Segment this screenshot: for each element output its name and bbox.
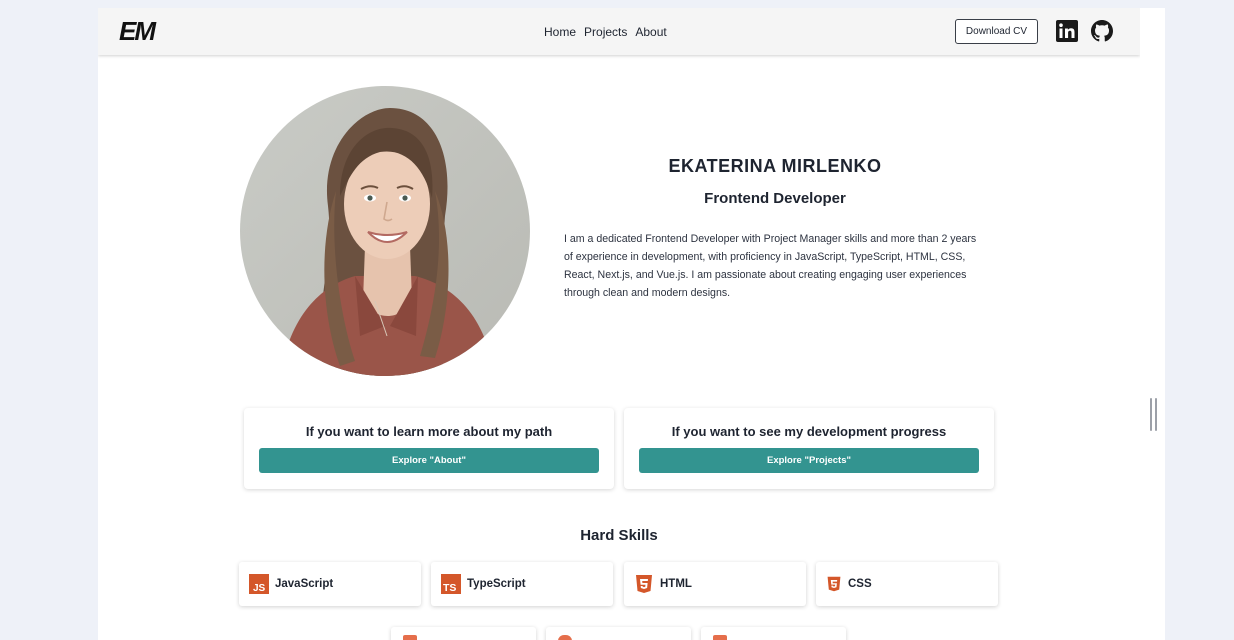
skill-card-javascript: JS JavaScript <box>239 562 421 606</box>
developer-role: Frontend Developer <box>704 190 846 207</box>
linkedin-icon[interactable] <box>1056 20 1078 42</box>
svg-text:JS: JS <box>253 583 266 594</box>
bio-text: I am a dedicated Frontend Developer with… <box>564 233 977 299</box>
svg-text:TS: TS <box>443 582 456 594</box>
nav-about[interactable]: About <box>635 25 666 39</box>
profile-photo <box>240 86 530 376</box>
javascript-icon: JS <box>249 574 269 594</box>
skill-label: HTML <box>660 578 692 590</box>
resize-handle[interactable] <box>1150 398 1157 431</box>
right-gutter <box>1140 8 1165 640</box>
page: EM Home Projects About Download CV EKATE… <box>98 8 1140 640</box>
skill-label: TypeScript <box>467 578 526 590</box>
skill-card-partial <box>701 627 846 640</box>
nav-home[interactable]: Home <box>544 25 576 39</box>
skill-label: JavaScript <box>275 578 334 590</box>
explore-projects-button[interactable]: Explore "Projects" <box>639 448 979 473</box>
about-cta-card: If you want to learn more about my path … <box>244 408 614 489</box>
css3-icon <box>827 576 841 592</box>
developer-name: EKATERINA MIRLENKO <box>668 156 882 176</box>
explore-about-button[interactable]: Explore "About" <box>259 448 599 473</box>
svg-text:EM: EM <box>119 18 157 44</box>
skill-icon-partial <box>713 635 727 640</box>
html5-icon <box>636 575 652 593</box>
skill-card-css: CSS <box>816 562 998 606</box>
github-icon[interactable] <box>1091 20 1113 42</box>
skill-icon-partial <box>558 635 572 640</box>
projects-cta-title: If you want to see my development progre… <box>671 424 947 439</box>
about-cta-title: If you want to learn more about my path <box>305 424 553 439</box>
main-nav: Home Projects About <box>544 25 667 39</box>
hard-skills-title: Hard Skills <box>580 527 658 544</box>
skill-card-typescript: TS TypeScript <box>431 562 613 606</box>
skill-card-html: HTML <box>624 562 806 606</box>
projects-cta-card: If you want to see my development progre… <box>624 408 994 489</box>
em-logo[interactable]: EM <box>119 18 163 44</box>
skill-card-partial <box>546 627 691 640</box>
download-cv-button[interactable]: Download CV <box>955 19 1038 44</box>
skill-card-partial <box>391 627 536 640</box>
skill-label: CSS <box>848 578 872 590</box>
hero-text-block: EKATERINA MIRLENKO Frontend Developer I … <box>564 156 986 302</box>
nav-projects[interactable]: Projects <box>584 25 627 39</box>
skill-icon-partial <box>403 635 417 640</box>
site-header: EM Home Projects About Download CV <box>98 8 1140 55</box>
typescript-icon: TS <box>441 574 461 594</box>
